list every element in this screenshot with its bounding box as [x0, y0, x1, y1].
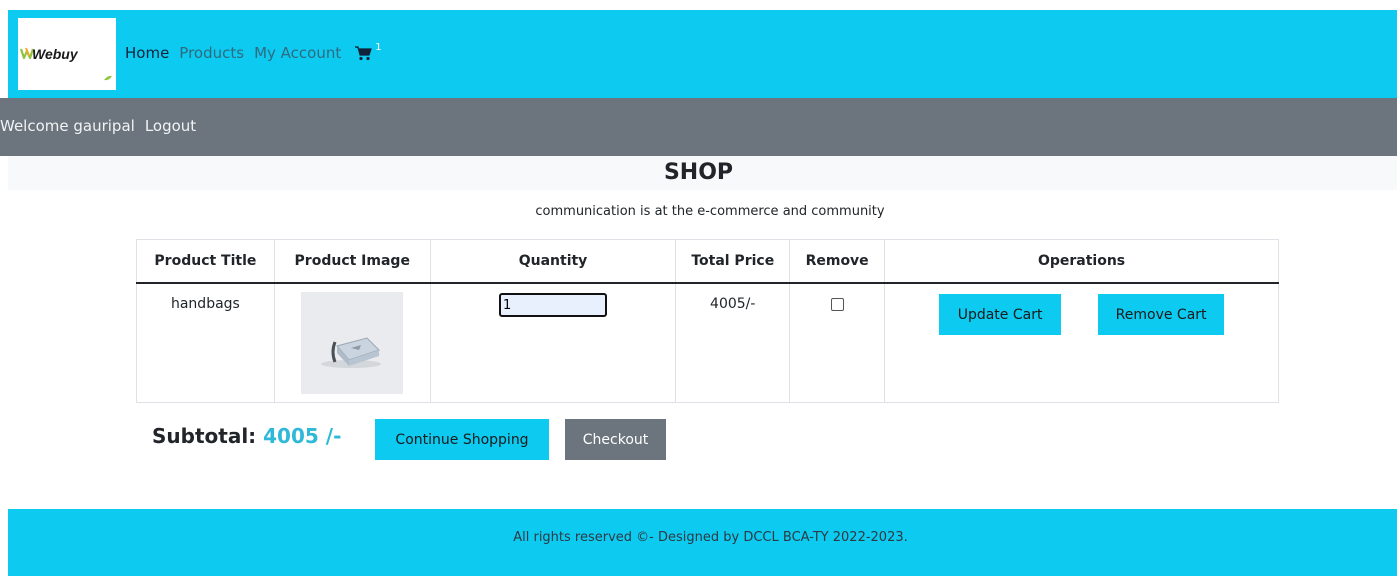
product-image	[301, 292, 404, 394]
quantity-input[interactable]	[499, 293, 608, 317]
header-operations: Operations	[884, 239, 1279, 284]
product-title: handbags	[170, 296, 240, 312]
remove-checkbox[interactable]	[830, 298, 844, 311]
cart-icon	[355, 45, 372, 60]
total-price-cell: 4005/-	[675, 282, 791, 403]
welcome-text: Welcome gauripal	[0, 117, 135, 135]
total-price: 4005/-	[710, 296, 756, 312]
page: Webuy Home Products My Account 1 Welcome…	[0, 0, 1397, 576]
header-quantity: Quantity	[429, 239, 677, 284]
remove-cart-button[interactable]: Remove Cart	[1098, 294, 1225, 335]
header-remove: Remove	[789, 239, 886, 284]
logout-link[interactable]: Logout	[145, 117, 196, 135]
continue-shopping-button[interactable]: Continue Shopping	[375, 419, 549, 460]
user-bar: Welcome gauripal Logout	[0, 98, 1397, 156]
product-image-cell	[273, 282, 431, 403]
footer-copyright: All rights reserved ©- Designed by DCCL …	[513, 530, 908, 545]
top-navbar: Webuy Home Products My Account 1	[8, 10, 1397, 98]
shop-tagline: communication is at the e-commerce and c…	[535, 204, 885, 219]
checkout-button[interactable]: Checkout	[565, 419, 666, 460]
update-cart-button[interactable]: Update Cart	[939, 294, 1062, 335]
nav-cart-link[interactable]: 1	[355, 42, 382, 61]
brand-name: Webuy	[32, 46, 78, 62]
brand-logo[interactable]: Webuy	[18, 18, 116, 90]
header-product-title: Product Title	[136, 239, 275, 284]
subtotal-amount: 4005 /-	[263, 424, 342, 448]
nav-products-link[interactable]: Products	[179, 44, 244, 62]
leaf-icon	[104, 75, 112, 81]
cart-count-badge: 1	[375, 41, 382, 53]
nav-home-link[interactable]: Home	[125, 44, 169, 62]
quantity-cell	[429, 282, 677, 403]
header-total-price: Total Price	[675, 239, 791, 284]
handbag-image	[301, 292, 404, 394]
subtotal-label: Subtotal:	[152, 424, 257, 448]
remove-cell	[789, 282, 886, 403]
table-header-row: Product Title Product Image Quantity Tot…	[136, 239, 1279, 284]
nav-links: Home Products My Account 1	[125, 42, 382, 63]
header-product-image: Product Image	[273, 239, 431, 284]
cart-table: Product Title Product Image Quantity Tot…	[136, 239, 1279, 403]
operations-cell: Update Cart Remove Cart	[884, 282, 1279, 403]
subtotal: Subtotal: 4005 /-	[152, 424, 341, 448]
product-title-cell: handbags	[136, 282, 275, 403]
table-row: handbags 1 4005/- Update Cart Remove Car…	[136, 282, 1279, 403]
footer: All rights reserved ©- Designed by DCCL …	[8, 509, 1397, 576]
nav-my-account-link[interactable]: My Account	[254, 44, 341, 62]
page-title: SHOP	[663, 160, 734, 185]
